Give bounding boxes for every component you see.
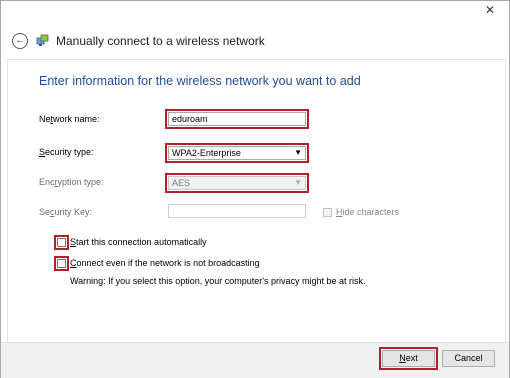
hide-characters-label: Hide characters (336, 207, 400, 217)
security-type-value: WPA2-Enterprise (172, 148, 241, 158)
chevron-down-icon: ▼ (294, 148, 302, 157)
encryption-type-select[interactable]: AES ▼ (165, 173, 309, 193)
chevron-down-icon: ▼ (294, 178, 302, 187)
back-arrow-icon: ← (15, 35, 25, 46)
close-button[interactable]: ✕ (477, 1, 503, 19)
network-name-value: eduroam (172, 114, 208, 124)
network-name-label: Network name: (39, 114, 100, 124)
hide-characters-checkbox[interactable] (323, 208, 332, 217)
start-automatically-label: Start this connection automatically (70, 237, 207, 247)
connect-even-if-not-broadcasting-checkbox[interactable] (54, 256, 69, 271)
security-key-label: Security Key: (39, 207, 93, 217)
page-heading: Enter information for the wireless netwo… (39, 74, 361, 88)
network-name-input[interactable]: eduroam (165, 109, 309, 129)
security-type-label: Security type: (39, 147, 94, 157)
content-panel (7, 59, 506, 343)
connect-even-if-not-broadcasting-label: Connect even if the network is not broad… (70, 258, 260, 268)
encryption-type-value: AES (172, 178, 191, 188)
encryption-type-label: Encryption type: (39, 177, 104, 187)
back-button[interactable]: ← (12, 33, 28, 49)
next-button[interactable]: Next (379, 347, 438, 370)
close-icon: ✕ (484, 3, 496, 17)
security-key-input[interactable] (168, 204, 306, 218)
dialog-window: ✕ ← Manually connect to a wireless netwo… (0, 0, 510, 378)
network-icon (36, 34, 49, 46)
security-type-select[interactable]: WPA2-Enterprise ▼ (165, 143, 309, 163)
title-bar: ✕ (1, 1, 509, 23)
cancel-button[interactable]: Cancel (442, 350, 495, 367)
window-title: Manually connect to a wireless network (56, 34, 265, 48)
privacy-warning: Warning: If you select this option, your… (70, 276, 366, 286)
start-automatically-checkbox[interactable] (54, 235, 69, 250)
dialog-header: ← Manually connect to a wireless network (1, 23, 509, 59)
dialog-footer: Next Cancel (1, 342, 509, 378)
